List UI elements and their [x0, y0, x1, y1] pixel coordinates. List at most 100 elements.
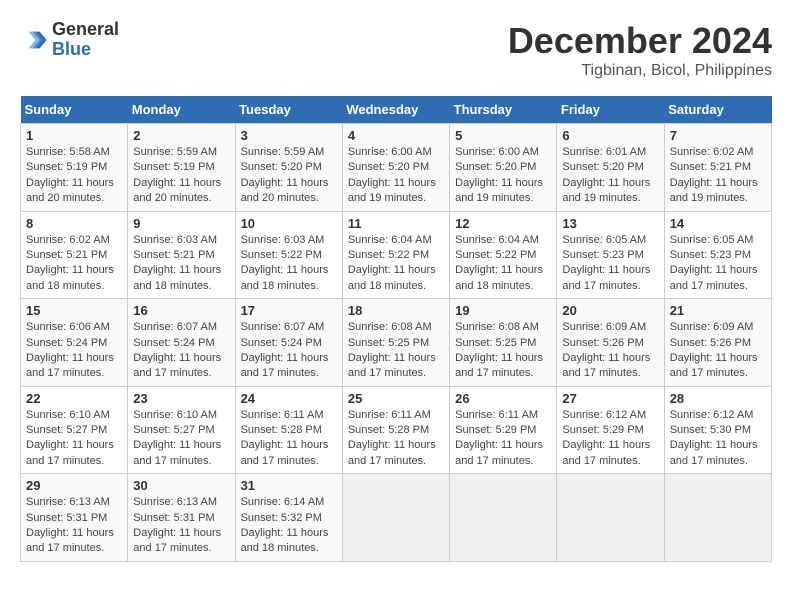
sunrise-label: Sunrise: 6:12 AM	[562, 409, 646, 421]
calendar-day-cell: 10 Sunrise: 6:03 AM Sunset: 5:22 PM Dayl…	[235, 211, 342, 299]
calendar-day-cell: 14 Sunrise: 6:05 AM Sunset: 5:23 PM Dayl…	[664, 211, 771, 299]
day-number: 7	[670, 128, 766, 143]
day-number: 4	[348, 128, 444, 143]
daylight-label: Daylight: 11 hours and 17 minutes.	[26, 352, 114, 379]
sunrise-label: Sunrise: 6:03 AM	[133, 234, 217, 246]
day-number: 28	[670, 391, 766, 406]
logo-blue-text: Blue	[52, 39, 91, 59]
daylight-label: Daylight: 11 hours and 17 minutes.	[562, 439, 650, 466]
day-info: Sunrise: 5:59 AM Sunset: 5:19 PM Dayligh…	[133, 145, 229, 207]
calendar-day-cell: 20 Sunrise: 6:09 AM Sunset: 5:26 PM Dayl…	[557, 299, 664, 387]
sunrise-label: Sunrise: 6:11 AM	[241, 409, 324, 421]
day-number: 17	[241, 303, 337, 318]
day-number: 6	[562, 128, 658, 143]
day-number: 2	[133, 128, 229, 143]
day-of-week-header: Saturday	[664, 96, 771, 124]
daylight-label: Daylight: 11 hours and 17 minutes.	[562, 352, 650, 379]
page-header: General Blue December 2024 Tigbinan, Bic…	[20, 20, 772, 80]
daylight-label: Daylight: 11 hours and 17 minutes.	[26, 527, 114, 554]
calendar-week-row: 8 Sunrise: 6:02 AM Sunset: 5:21 PM Dayli…	[21, 211, 772, 299]
sunrise-label: Sunrise: 5:59 AM	[133, 146, 217, 158]
day-info: Sunrise: 6:06 AM Sunset: 5:24 PM Dayligh…	[26, 320, 122, 382]
calendar-day-cell: 16 Sunrise: 6:07 AM Sunset: 5:24 PM Dayl…	[128, 299, 235, 387]
day-number: 27	[562, 391, 658, 406]
day-number: 24	[241, 391, 337, 406]
sunset-label: Sunset: 5:20 PM	[348, 161, 429, 173]
day-info: Sunrise: 6:14 AM Sunset: 5:32 PM Dayligh…	[241, 495, 337, 557]
sunset-label: Sunset: 5:21 PM	[26, 249, 107, 261]
calendar-day-cell	[664, 474, 771, 562]
daylight-label: Daylight: 11 hours and 17 minutes.	[562, 264, 650, 291]
sunrise-label: Sunrise: 6:08 AM	[455, 321, 539, 333]
logo-general-text: General	[52, 19, 119, 39]
calendar-week-row: 22 Sunrise: 6:10 AM Sunset: 5:27 PM Dayl…	[21, 386, 772, 474]
day-info: Sunrise: 6:12 AM Sunset: 5:29 PM Dayligh…	[562, 408, 658, 470]
daylight-label: Daylight: 11 hours and 17 minutes.	[241, 439, 329, 466]
sunset-label: Sunset: 5:22 PM	[455, 249, 536, 261]
day-info: Sunrise: 6:04 AM Sunset: 5:22 PM Dayligh…	[348, 233, 444, 295]
sunset-label: Sunset: 5:25 PM	[455, 337, 536, 349]
day-number: 19	[455, 303, 551, 318]
sunrise-label: Sunrise: 5:58 AM	[26, 146, 110, 158]
calendar-table: SundayMondayTuesdayWednesdayThursdayFrid…	[20, 96, 772, 562]
day-info: Sunrise: 6:02 AM Sunset: 5:21 PM Dayligh…	[670, 145, 766, 207]
sunrise-label: Sunrise: 6:10 AM	[133, 409, 217, 421]
calendar-day-cell: 22 Sunrise: 6:10 AM Sunset: 5:27 PM Dayl…	[21, 386, 128, 474]
calendar-day-cell: 7 Sunrise: 6:02 AM Sunset: 5:21 PM Dayli…	[664, 124, 771, 212]
sunrise-label: Sunrise: 6:00 AM	[455, 146, 539, 158]
title-block: December 2024 Tigbinan, Bicol, Philippin…	[508, 20, 772, 80]
sunset-label: Sunset: 5:31 PM	[26, 512, 107, 524]
calendar-day-cell: 11 Sunrise: 6:04 AM Sunset: 5:22 PM Dayl…	[342, 211, 449, 299]
calendar-day-cell: 31 Sunrise: 6:14 AM Sunset: 5:32 PM Dayl…	[235, 474, 342, 562]
daylight-label: Daylight: 11 hours and 17 minutes.	[133, 527, 221, 554]
sunset-label: Sunset: 5:22 PM	[348, 249, 429, 261]
day-info: Sunrise: 6:09 AM Sunset: 5:26 PM Dayligh…	[562, 320, 658, 382]
day-info: Sunrise: 6:11 AM Sunset: 5:28 PM Dayligh…	[348, 408, 444, 470]
daylight-label: Daylight: 11 hours and 17 minutes.	[133, 352, 221, 379]
daylight-label: Daylight: 11 hours and 17 minutes.	[133, 439, 221, 466]
day-number: 16	[133, 303, 229, 318]
daylight-label: Daylight: 11 hours and 18 minutes.	[455, 264, 543, 291]
calendar-day-cell: 3 Sunrise: 5:59 AM Sunset: 5:20 PM Dayli…	[235, 124, 342, 212]
day-info: Sunrise: 6:02 AM Sunset: 5:21 PM Dayligh…	[26, 233, 122, 295]
day-info: Sunrise: 6:10 AM Sunset: 5:27 PM Dayligh…	[133, 408, 229, 470]
sunrise-label: Sunrise: 6:07 AM	[133, 321, 217, 333]
sunset-label: Sunset: 5:30 PM	[670, 424, 751, 436]
sunset-label: Sunset: 5:28 PM	[348, 424, 429, 436]
day-info: Sunrise: 6:00 AM Sunset: 5:20 PM Dayligh…	[348, 145, 444, 207]
logo-icon	[20, 26, 48, 54]
sunset-label: Sunset: 5:26 PM	[670, 337, 751, 349]
day-info: Sunrise: 6:05 AM Sunset: 5:23 PM Dayligh…	[562, 233, 658, 295]
sunset-label: Sunset: 5:31 PM	[133, 512, 214, 524]
calendar-subtitle: Tigbinan, Bicol, Philippines	[508, 62, 772, 80]
daylight-label: Daylight: 11 hours and 17 minutes.	[26, 439, 114, 466]
day-number: 23	[133, 391, 229, 406]
day-number: 1	[26, 128, 122, 143]
daylight-label: Daylight: 11 hours and 17 minutes.	[455, 352, 543, 379]
calendar-week-row: 15 Sunrise: 6:06 AM Sunset: 5:24 PM Dayl…	[21, 299, 772, 387]
day-number: 12	[455, 216, 551, 231]
sunrise-label: Sunrise: 6:06 AM	[26, 321, 110, 333]
sunset-label: Sunset: 5:20 PM	[455, 161, 536, 173]
day-of-week-header: Thursday	[450, 96, 557, 124]
sunrise-label: Sunrise: 6:05 AM	[670, 234, 754, 246]
calendar-day-cell: 2 Sunrise: 5:59 AM Sunset: 5:19 PM Dayli…	[128, 124, 235, 212]
day-number: 21	[670, 303, 766, 318]
daylight-label: Daylight: 11 hours and 18 minutes.	[241, 527, 329, 554]
sunset-label: Sunset: 5:26 PM	[562, 337, 643, 349]
calendar-day-cell: 15 Sunrise: 6:06 AM Sunset: 5:24 PM Dayl…	[21, 299, 128, 387]
sunset-label: Sunset: 5:28 PM	[241, 424, 322, 436]
daylight-label: Daylight: 11 hours and 20 minutes.	[241, 177, 329, 204]
day-number: 10	[241, 216, 337, 231]
day-info: Sunrise: 6:10 AM Sunset: 5:27 PM Dayligh…	[26, 408, 122, 470]
calendar-day-cell	[450, 474, 557, 562]
day-info: Sunrise: 6:00 AM Sunset: 5:20 PM Dayligh…	[455, 145, 551, 207]
day-of-week-header: Tuesday	[235, 96, 342, 124]
calendar-day-cell: 24 Sunrise: 6:11 AM Sunset: 5:28 PM Dayl…	[235, 386, 342, 474]
day-info: Sunrise: 6:03 AM Sunset: 5:22 PM Dayligh…	[241, 233, 337, 295]
daylight-label: Daylight: 11 hours and 17 minutes.	[670, 264, 758, 291]
calendar-day-cell: 1 Sunrise: 5:58 AM Sunset: 5:19 PM Dayli…	[21, 124, 128, 212]
calendar-day-cell: 26 Sunrise: 6:11 AM Sunset: 5:29 PM Dayl…	[450, 386, 557, 474]
sunrise-label: Sunrise: 6:11 AM	[348, 409, 431, 421]
sunrise-label: Sunrise: 6:01 AM	[562, 146, 646, 158]
